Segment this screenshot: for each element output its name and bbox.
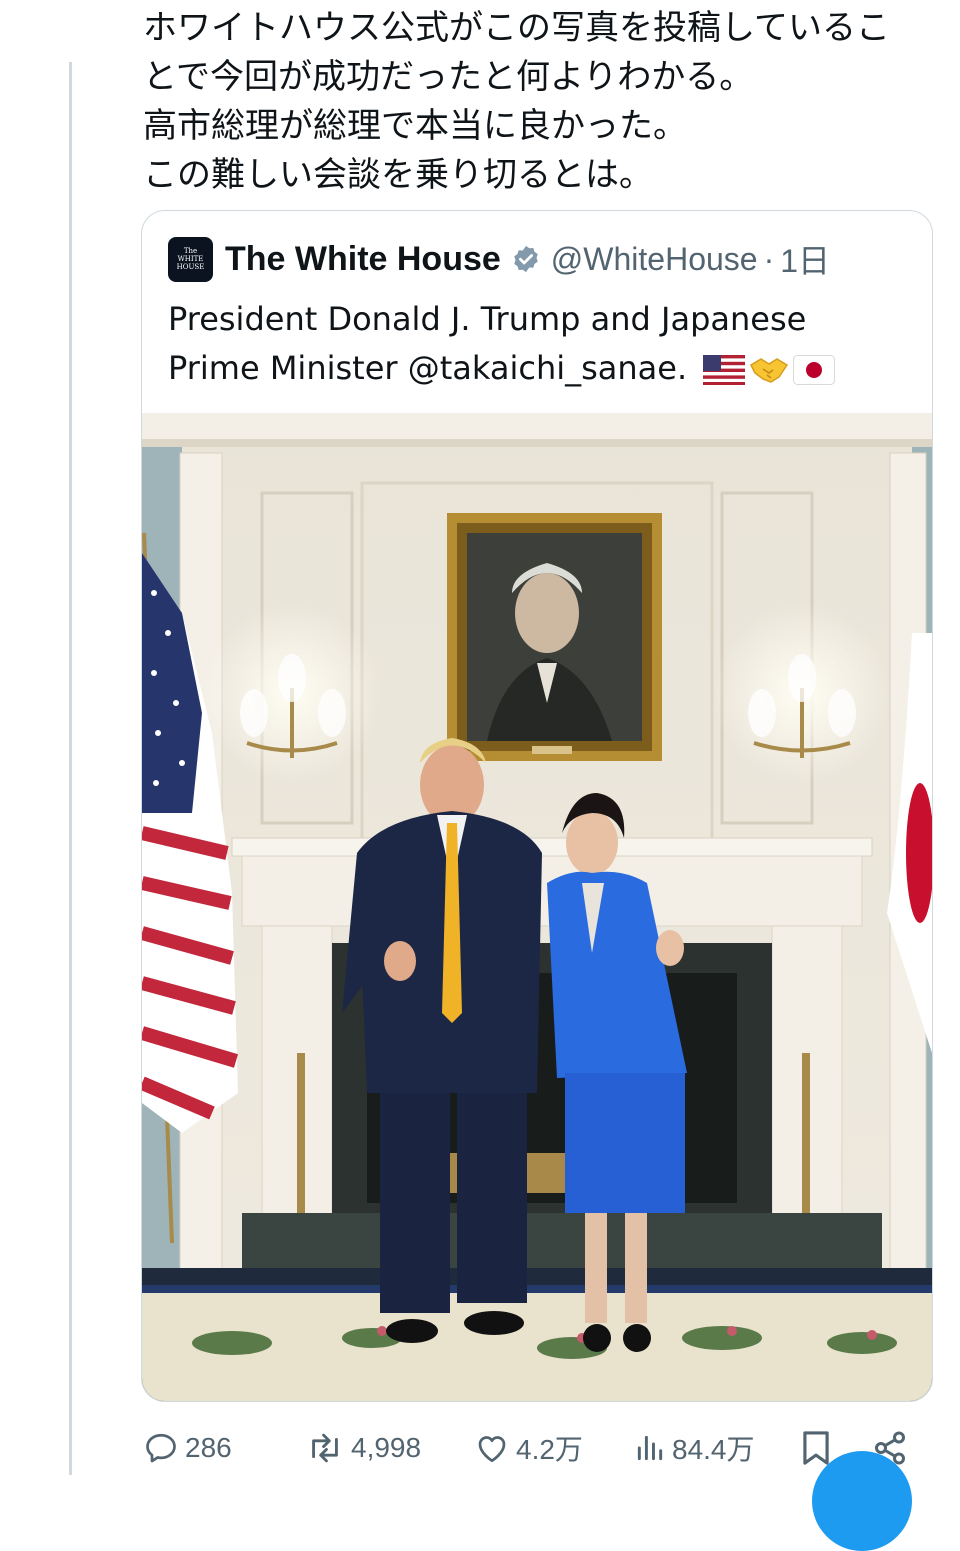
post-line: ホワイトハウス公式がこの写真を投稿しているこ xyxy=(143,8,890,48)
verified-badge-icon xyxy=(511,244,541,274)
post-line: 高市総理が総理で本当に良かった。 xyxy=(143,106,687,146)
heart-icon xyxy=(478,1435,506,1462)
japan-flag-icon xyxy=(793,355,836,385)
post-line: この難しい会談を乗り切るとは。 xyxy=(143,155,653,195)
views-chart-icon xyxy=(637,1435,663,1460)
post-photo[interactable] xyxy=(142,413,932,1401)
quoted-post-time[interactable]: 1日 xyxy=(780,236,830,282)
repost-count: 4,998 xyxy=(351,1431,422,1463)
quoted-text-line: Prime Minister @takaichi_sanae. xyxy=(168,349,688,387)
reply-icon xyxy=(146,1433,176,1462)
thread-line xyxy=(69,62,72,1475)
photo-image xyxy=(142,413,932,1401)
avatar-text: WHITE xyxy=(177,255,204,263)
repost-button[interactable]: 4,998 xyxy=(305,1420,421,1475)
white-house-avatar[interactable]: The WHITE HOUSE xyxy=(168,236,213,282)
views-count: 84.4万 xyxy=(672,1433,755,1465)
reply-button[interactable]: 286 xyxy=(143,1420,232,1475)
post-line: とで今回が成功だったと何よりわかる。 xyxy=(143,57,754,97)
us-flag-icon xyxy=(703,355,746,385)
avatar-text: The xyxy=(183,247,198,255)
quoted-post-card[interactable]: The WHITE HOUSE The White House @WhiteHo… xyxy=(141,210,933,1402)
action-bar: 286 4,998 4.2万 84.4万 xyxy=(0,1420,960,1475)
bookmark-icon xyxy=(803,1430,829,1465)
avatar-text: HOUSE xyxy=(176,263,205,271)
quoted-text-line: President Donald J. Trump and Japanese xyxy=(168,300,807,338)
like-button[interactable]: 4.2万 xyxy=(474,1420,583,1475)
reply-count: 286 xyxy=(185,1431,232,1463)
views-button[interactable]: 84.4万 xyxy=(634,1420,755,1475)
quoted-post-header: The WHITE HOUSE The White House @WhiteHo… xyxy=(168,235,830,283)
like-count: 4.2万 xyxy=(516,1433,583,1465)
quoted-post-text: President Donald J. Trump and Japanese P… xyxy=(168,295,908,393)
repost-icon xyxy=(312,1433,338,1462)
post-text: ホワイトハウス公式がこの写真を投稿しているこ とで今回が成功だったと何よりわかる… xyxy=(143,4,943,200)
compose-fab-button[interactable] xyxy=(812,1451,912,1551)
quoted-author-handle[interactable]: @WhiteHouse xyxy=(551,241,758,278)
dot-separator: · xyxy=(763,240,775,277)
handshake-icon xyxy=(750,358,789,383)
quoted-author-name[interactable]: The White House xyxy=(225,240,501,279)
